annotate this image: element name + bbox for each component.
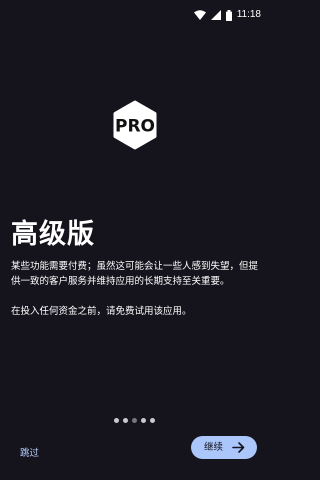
status-time: 11:18: [236, 9, 261, 20]
page-indicator: [0, 418, 269, 423]
trial-paragraph: 在投入任何资金之前，请免费试用该应用。: [11, 306, 192, 317]
page-title: 高级版: [11, 219, 95, 250]
continue-label: 继续: [204, 441, 224, 453]
battery-icon: [225, 9, 232, 21]
page-dot: [141, 418, 146, 423]
pro-badge-icon: PRO: [113, 100, 157, 150]
arrow-right-icon: [232, 442, 245, 453]
skip-button[interactable]: 跳过: [20, 447, 39, 461]
page-dot-active: [132, 418, 137, 423]
page-dot: [150, 418, 155, 423]
page-dot: [114, 418, 119, 423]
signal-icon: [210, 10, 221, 20]
status-icons: 11:18: [193, 9, 261, 21]
wifi-icon: [193, 10, 206, 20]
continue-button[interactable]: 继续: [191, 436, 257, 459]
description-paragraph: 某些功能需要付费；虽然这可能会让一些人感到失望，但提供一致的客户服务并维持应用的…: [11, 261, 259, 287]
logo-text: PRO: [115, 117, 155, 137]
status-bar: 11:18: [0, 0, 269, 30]
page-dot: [123, 418, 128, 423]
